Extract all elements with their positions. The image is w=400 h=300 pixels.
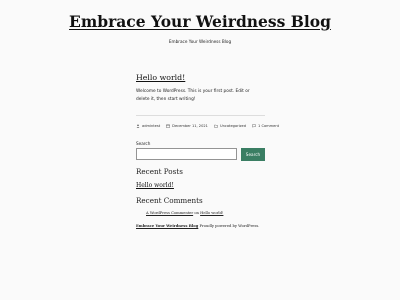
comment-icon (252, 124, 256, 128)
recent-posts-heading: Recent Posts (136, 167, 183, 176)
post-author[interactable]: admintest (136, 123, 160, 129)
post-date-label: December 11, 2021 (172, 124, 208, 128)
post-excerpt: Welcome to WordPress. This is your first… (136, 89, 250, 102)
post-category-label: Uncategorized (219, 124, 247, 128)
folder-icon (214, 124, 218, 128)
post-title-link[interactable]: Hello world! (136, 73, 185, 83)
footer-site-link[interactable]: Embrace Your Weirdness Blog (136, 224, 198, 228)
search-button[interactable]: Search (241, 148, 265, 161)
post-comments[interactable]: 1 Comment (252, 123, 279, 129)
post-meta-divider (136, 115, 265, 116)
page: Embrace Your Weirdness Blog Embrace Your… (0, 0, 400, 300)
post-category[interactable]: Uncategorized (214, 123, 246, 129)
comment-connector: on (194, 211, 199, 215)
comment-post-link[interactable]: Hello world! (200, 211, 223, 215)
footer-powered-by: Proudly powered by WordPress. (199, 224, 260, 228)
comment-author-link[interactable]: A WordPress Commenter (146, 211, 193, 215)
recent-post-link[interactable]: Hello world! (136, 181, 174, 190)
recent-comments-heading: Recent Comments (136, 196, 203, 205)
recent-comment-item: A WordPress Commenter on Hello world! (146, 210, 223, 216)
search-label: Search (136, 141, 151, 146)
post-date[interactable]: December 11, 2021 (166, 123, 208, 129)
site-tagline: Embrace Your Weirdness Blog (168, 39, 232, 44)
post-author-label: admintest (142, 124, 161, 128)
post-comments-label: 1 Comment (258, 124, 280, 128)
site-footer: Embrace Your Weirdness Blog Proudly powe… (136, 223, 259, 229)
search-input[interactable] (136, 148, 237, 160)
post-meta: admintest December 11, 2021 Uncategorize… (136, 123, 279, 129)
calendar-icon (166, 124, 170, 128)
site-title-link[interactable]: Embrace Your Weirdness Blog (0, 12, 400, 32)
person-icon (136, 124, 140, 128)
